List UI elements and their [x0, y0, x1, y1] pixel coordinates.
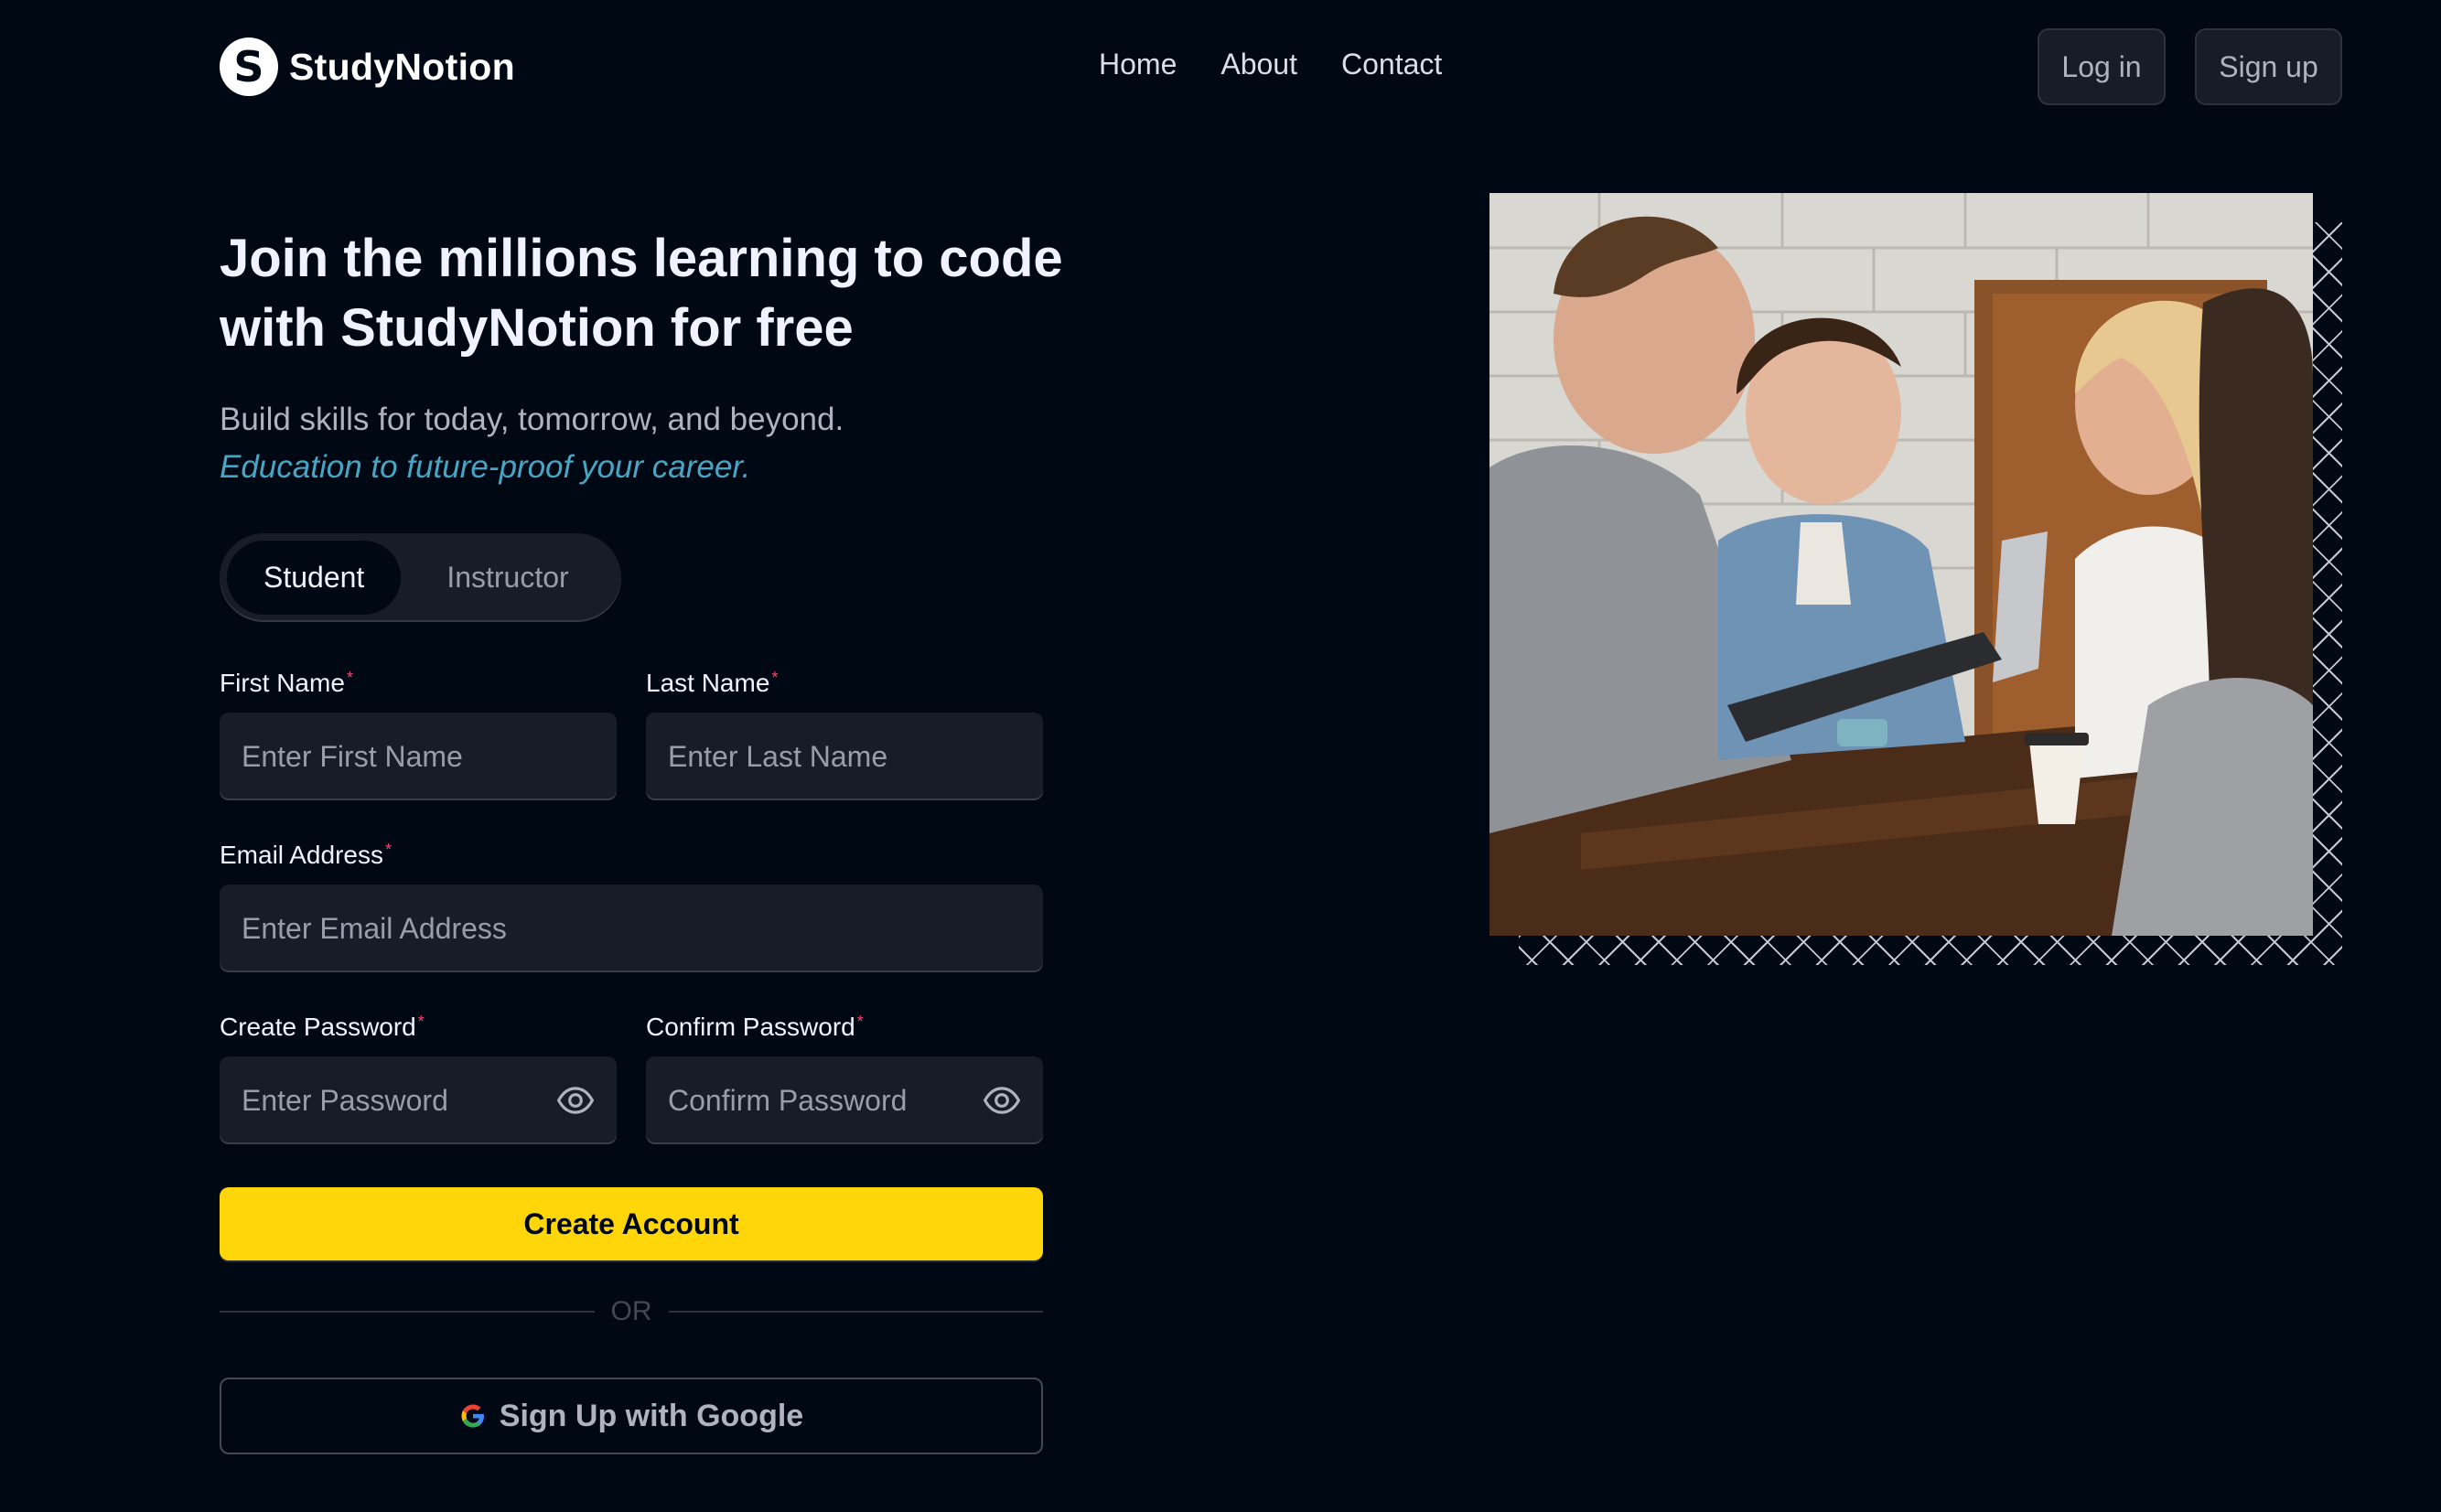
required-mark: *: [346, 669, 353, 687]
students-photo: [1489, 193, 2313, 936]
role-toggle: Student Instructor: [220, 533, 621, 622]
required-mark: *: [417, 1013, 425, 1031]
brand-name: StudyNotion: [289, 45, 515, 88]
email-placeholder: Enter Email Address: [242, 911, 507, 945]
required-mark: *: [856, 1013, 864, 1031]
or-text: OR: [610, 1296, 652, 1326]
subheading-accent: Education to future-proof your career.: [220, 449, 751, 485]
divider-line: [668, 1311, 1043, 1313]
first-name-label-text: First Name: [220, 669, 345, 697]
last-name-label-text: Last Name: [646, 669, 770, 697]
required-mark: *: [771, 669, 779, 687]
nav-link-home[interactable]: Home: [1099, 48, 1177, 81]
create-account-button[interactable]: Create Account: [220, 1187, 1043, 1260]
create-password-label: Create Password *: [220, 1013, 425, 1042]
first-name-input[interactable]: Enter First Name: [220, 713, 617, 800]
last-name-label: Last Name *: [646, 669, 778, 698]
google-icon: [459, 1402, 487, 1430]
or-divider: OR: [220, 1293, 1043, 1330]
google-signup-label: Sign Up with Google: [499, 1398, 804, 1433]
last-name-placeholder: Enter Last Name: [668, 739, 888, 773]
nav-links: Home About Contact: [1099, 48, 1442, 81]
email-label: Email Address *: [220, 841, 392, 870]
last-name-input[interactable]: Enter Last Name: [646, 713, 1043, 800]
required-mark: *: [384, 841, 392, 859]
navbar: S StudyNotion Home About Contact Log in …: [0, 0, 2441, 133]
nav-link-contact[interactable]: Contact: [1341, 48, 1442, 81]
tab-student[interactable]: Student: [227, 541, 402, 615]
password-placeholder: Enter Password: [242, 1083, 448, 1117]
logo-icon: S: [220, 38, 278, 96]
nav-link-about[interactable]: About: [1220, 48, 1297, 81]
tab-instructor[interactable]: Instructor: [410, 541, 605, 615]
password-input[interactable]: Enter Password: [220, 1056, 617, 1144]
first-name-placeholder: Enter First Name: [242, 739, 463, 773]
signup-button[interactable]: Sign up: [2195, 28, 2342, 105]
confirm-password-input[interactable]: Confirm Password: [646, 1056, 1043, 1144]
logo[interactable]: S StudyNotion: [220, 37, 515, 97]
eye-icon[interactable]: [983, 1081, 1021, 1120]
login-button[interactable]: Log in: [2038, 28, 2166, 105]
email-input[interactable]: Enter Email Address: [220, 885, 1043, 972]
subheading: Build skills for today, tomorrow, and be…: [220, 402, 844, 437]
confirm-password-label-text: Confirm Password: [646, 1013, 855, 1041]
email-label-text: Email Address: [220, 841, 383, 869]
confirm-password-label: Confirm Password *: [646, 1013, 864, 1042]
first-name-label: First Name *: [220, 669, 353, 698]
google-signup-button[interactable]: Sign Up with Google: [220, 1378, 1043, 1454]
confirm-password-placeholder: Confirm Password: [668, 1083, 908, 1117]
page-title: Join the millions learning to code with …: [220, 229, 1063, 358]
divider-line: [220, 1311, 595, 1313]
eye-icon[interactable]: [556, 1081, 595, 1120]
create-password-label-text: Create Password: [220, 1013, 416, 1041]
